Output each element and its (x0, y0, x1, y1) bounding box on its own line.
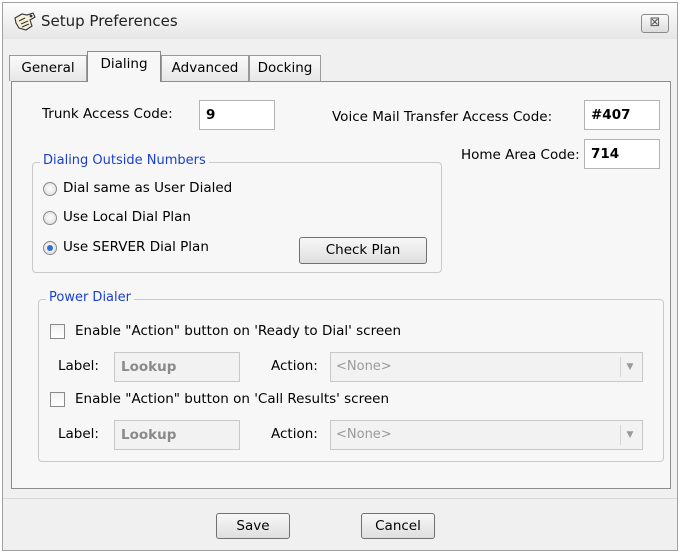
check-plan-button[interactable]: Check Plan (299, 237, 427, 264)
server-dial-plan-label[interactable]: Use SERVER Dial Plan (63, 239, 209, 255)
tab-general[interactable]: General (9, 55, 87, 81)
voice-mail-transfer-field[interactable]: #407 (584, 100, 660, 130)
footer-divider (3, 498, 677, 499)
row1-action-dropdown[interactable]: <None> ▼ (330, 352, 643, 382)
phone-app-icon (13, 12, 37, 32)
dial-same-label[interactable]: Dial same as User Dialed (63, 180, 232, 196)
chevron-down-icon[interactable]: ▼ (620, 357, 639, 377)
close-button[interactable]: ⊠ (641, 14, 669, 33)
row2-label-caption: Label: (58, 426, 99, 442)
close-icon: ⊠ (649, 15, 661, 30)
save-button[interactable]: Save (216, 513, 290, 539)
dialing-outside-numbers-legend: Dialing Outside Numbers (40, 153, 209, 168)
row1-action-caption: Action: (271, 358, 318, 374)
voice-mail-transfer-label: Voice Mail Transfer Access Code: (332, 109, 553, 125)
enable-call-results-checkbox[interactable] (50, 392, 65, 407)
tab-dialing[interactable]: Dialing (87, 51, 161, 82)
power-dialer-legend: Power Dialer (46, 290, 134, 305)
cancel-button[interactable]: Cancel (361, 513, 435, 539)
tab-docking[interactable]: Docking (249, 55, 321, 81)
row2-label-field[interactable]: Lookup (114, 420, 240, 450)
dial-same-radio[interactable] (43, 182, 57, 196)
row2-action-dropdown[interactable]: <None> ▼ (330, 420, 643, 450)
chevron-down-icon[interactable]: ▼ (620, 425, 639, 445)
row1-label-caption: Label: (58, 358, 99, 374)
row1-label-field[interactable]: Lookup (114, 352, 240, 382)
row2-action-caption: Action: (271, 426, 318, 442)
title-bar[interactable]: Setup Preferences ⊠ (3, 3, 677, 39)
local-dial-plan-radio[interactable] (43, 211, 57, 225)
home-area-code-label: Home Area Code: (461, 147, 580, 163)
enable-call-results-label[interactable]: Enable "Action" button on 'Call Results'… (75, 391, 389, 407)
enable-ready-to-dial-checkbox[interactable] (50, 324, 65, 339)
trunk-access-code-label: Trunk Access Code: (42, 106, 173, 122)
dialing-tab-panel: Trunk Access Code: 9 Voice Mail Transfer… (11, 81, 671, 489)
row1-action-value: <None> (336, 359, 392, 374)
row2-action-value: <None> (336, 427, 392, 442)
tab-advanced[interactable]: Advanced (161, 55, 249, 81)
enable-ready-to-dial-label[interactable]: Enable "Action" button on 'Ready to Dial… (75, 323, 401, 339)
setup-preferences-window: Setup Preferences ⊠ General Dialing Adva… (2, 2, 678, 551)
dialing-outside-numbers-group: Dialing Outside Numbers Dial same as Use… (32, 153, 442, 273)
window-title: Setup Preferences (41, 12, 178, 30)
power-dialer-group: Power Dialer Enable "Action" button on '… (38, 290, 664, 462)
trunk-access-code-field[interactable]: 9 (199, 100, 275, 130)
server-dial-plan-radio[interactable] (43, 241, 57, 255)
home-area-code-field[interactable]: 714 (584, 139, 660, 169)
local-dial-plan-label[interactable]: Use Local Dial Plan (63, 209, 191, 225)
